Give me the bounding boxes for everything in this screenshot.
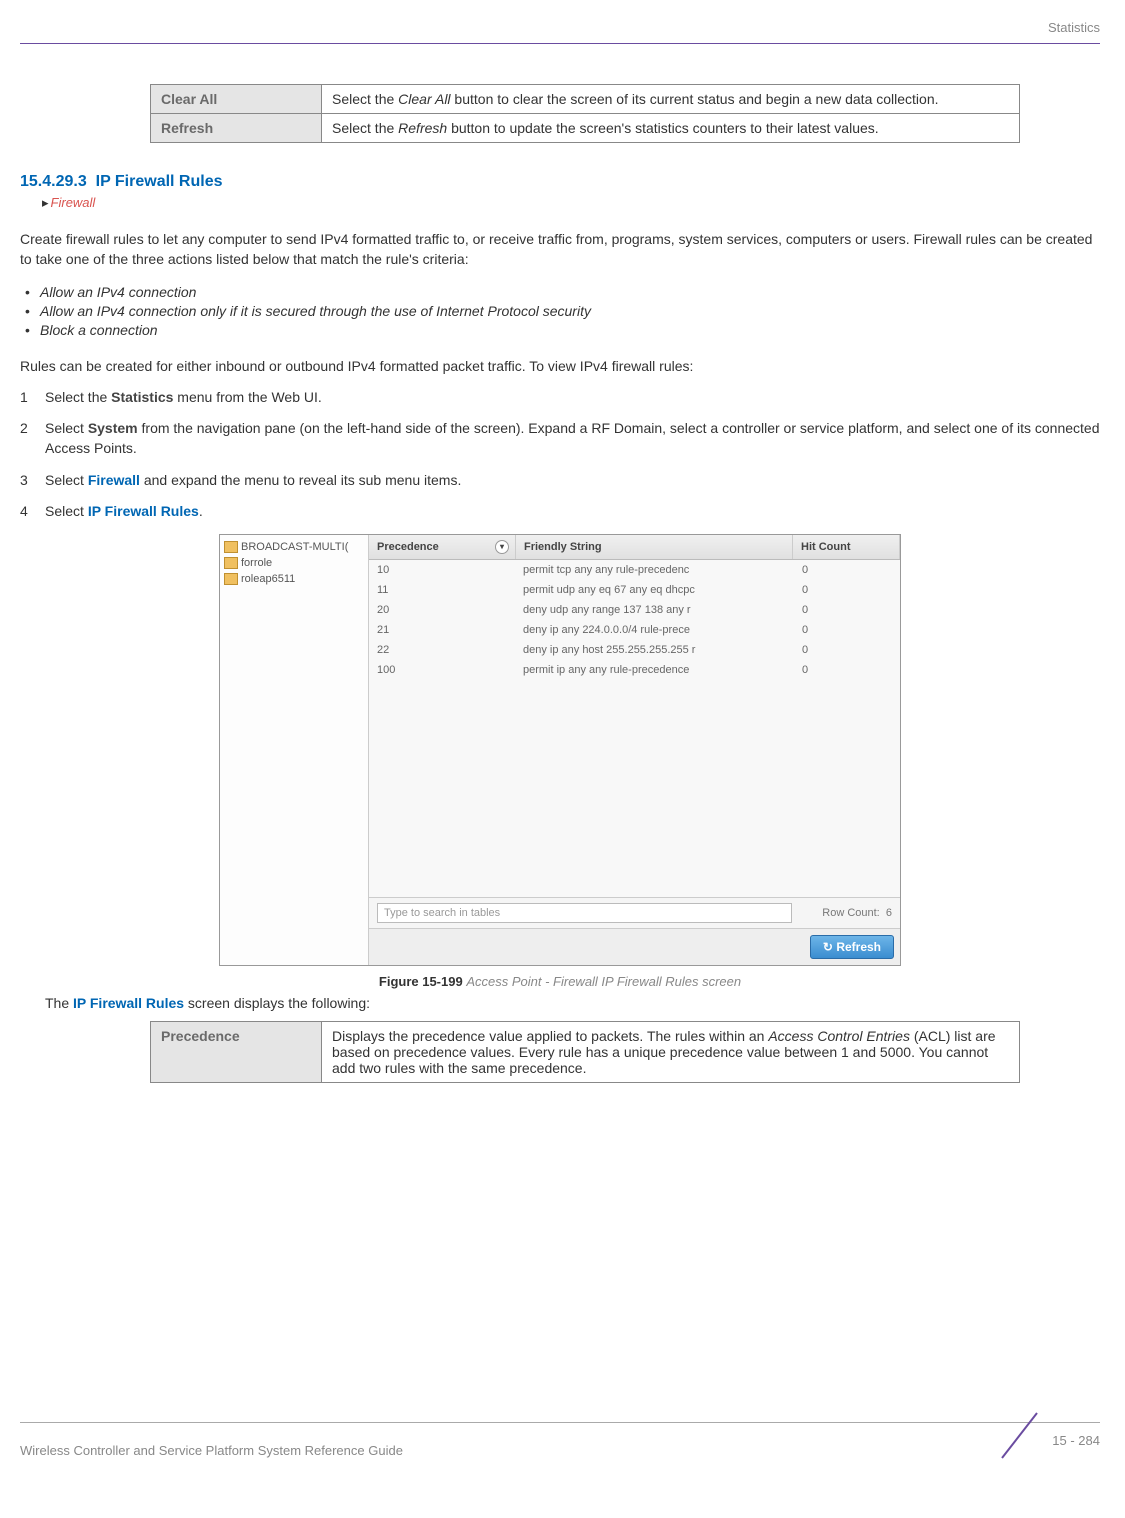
- top-param-table: Clear All Select the Clear All button to…: [150, 84, 1020, 143]
- table-row[interactable]: 21 deny ip any 224.0.0.0/4 rule-prece 0: [369, 620, 900, 640]
- page-header-section: Statistics: [20, 20, 1100, 44]
- refresh-desc: Select the Refresh button to update the …: [322, 114, 1020, 143]
- col-hit-count[interactable]: Hit Count: [793, 535, 900, 559]
- figure-table-body: 10 permit tcp any any rule-precedenc 0 1…: [369, 560, 900, 897]
- row-count: Row Count: 6: [822, 907, 892, 919]
- folder-icon: [224, 541, 238, 553]
- sidebar-item[interactable]: roleap6511: [224, 571, 364, 587]
- refresh-label: Refresh: [151, 114, 322, 143]
- col-friendly-string[interactable]: Friendly String: [516, 535, 793, 559]
- step-1: Select the Statistics menu from the Web …: [20, 388, 1100, 408]
- section-heading: 15.4.29.3 IP Firewall Rules: [20, 173, 1100, 191]
- sort-icon[interactable]: ▾: [495, 540, 509, 554]
- figure-sidebar: BROADCAST-MULTI( forrole roleap6511: [220, 535, 369, 965]
- figure-screenshot: BROADCAST-MULTI( forrole roleap6511 Prec…: [219, 534, 901, 966]
- breadcrumb: Firewall: [42, 195, 1100, 211]
- intro-paragraph: Create firewall rules to let any compute…: [20, 229, 1100, 270]
- step-2: Select System from the navigation pane (…: [20, 419, 1100, 458]
- clear-all-desc: Select the Clear All button to clear the…: [322, 85, 1020, 114]
- after-figure-lead: The IP Firewall Rules screen displays th…: [45, 993, 1100, 1013]
- footer-left: Wireless Controller and Service Platform…: [20, 1443, 403, 1458]
- footer-slash-icon: [992, 1408, 1052, 1463]
- criteria-list: Allow an IPv4 connection Allow an IPv4 c…: [20, 284, 1100, 338]
- mid-paragraph: Rules can be created for either inbound …: [20, 356, 1100, 376]
- search-input[interactable]: Type to search in tables: [377, 903, 792, 923]
- refresh-button[interactable]: Refresh: [810, 935, 894, 959]
- table-row[interactable]: 20 deny udp any range 137 138 any r 0: [369, 600, 900, 620]
- list-item: Allow an IPv4 connection: [20, 284, 1100, 300]
- figure-caption: Figure 15-199 Access Point - Firewall IP…: [20, 974, 1100, 989]
- col-precedence[interactable]: Precedence▾: [369, 535, 516, 559]
- step-4: Select IP Firewall Rules.: [20, 502, 1100, 522]
- list-item: Block a connection: [20, 322, 1100, 338]
- figure-table-header: Precedence▾ Friendly String Hit Count: [369, 535, 900, 560]
- sidebar-item[interactable]: forrole: [224, 555, 364, 571]
- table-row[interactable]: 11 permit udp any eq 67 any eq dhcpc 0: [369, 580, 900, 600]
- precedence-desc: Displays the precedence value applied to…: [322, 1022, 1020, 1083]
- list-item: Allow an IPv4 connection only if it is s…: [20, 303, 1100, 319]
- precedence-label: Precedence: [151, 1022, 322, 1083]
- folder-icon: [224, 573, 238, 585]
- table-row[interactable]: 10 permit tcp any any rule-precedenc 0: [369, 560, 900, 580]
- folder-icon: [224, 557, 238, 569]
- steps-list: Select the Statistics menu from the Web …: [20, 388, 1100, 522]
- sidebar-item[interactable]: BROADCAST-MULTI(: [224, 539, 364, 555]
- bottom-param-table: Precedence Displays the precedence value…: [150, 1021, 1020, 1083]
- table-row[interactable]: 100 permit ip any any rule-precedence 0: [369, 660, 900, 680]
- clear-all-label: Clear All: [151, 85, 322, 114]
- table-row[interactable]: 22 deny ip any host 255.255.255.255 r 0: [369, 640, 900, 660]
- footer-right: 15 - 284: [992, 1433, 1100, 1458]
- step-3: Select Firewall and expand the menu to r…: [20, 471, 1100, 491]
